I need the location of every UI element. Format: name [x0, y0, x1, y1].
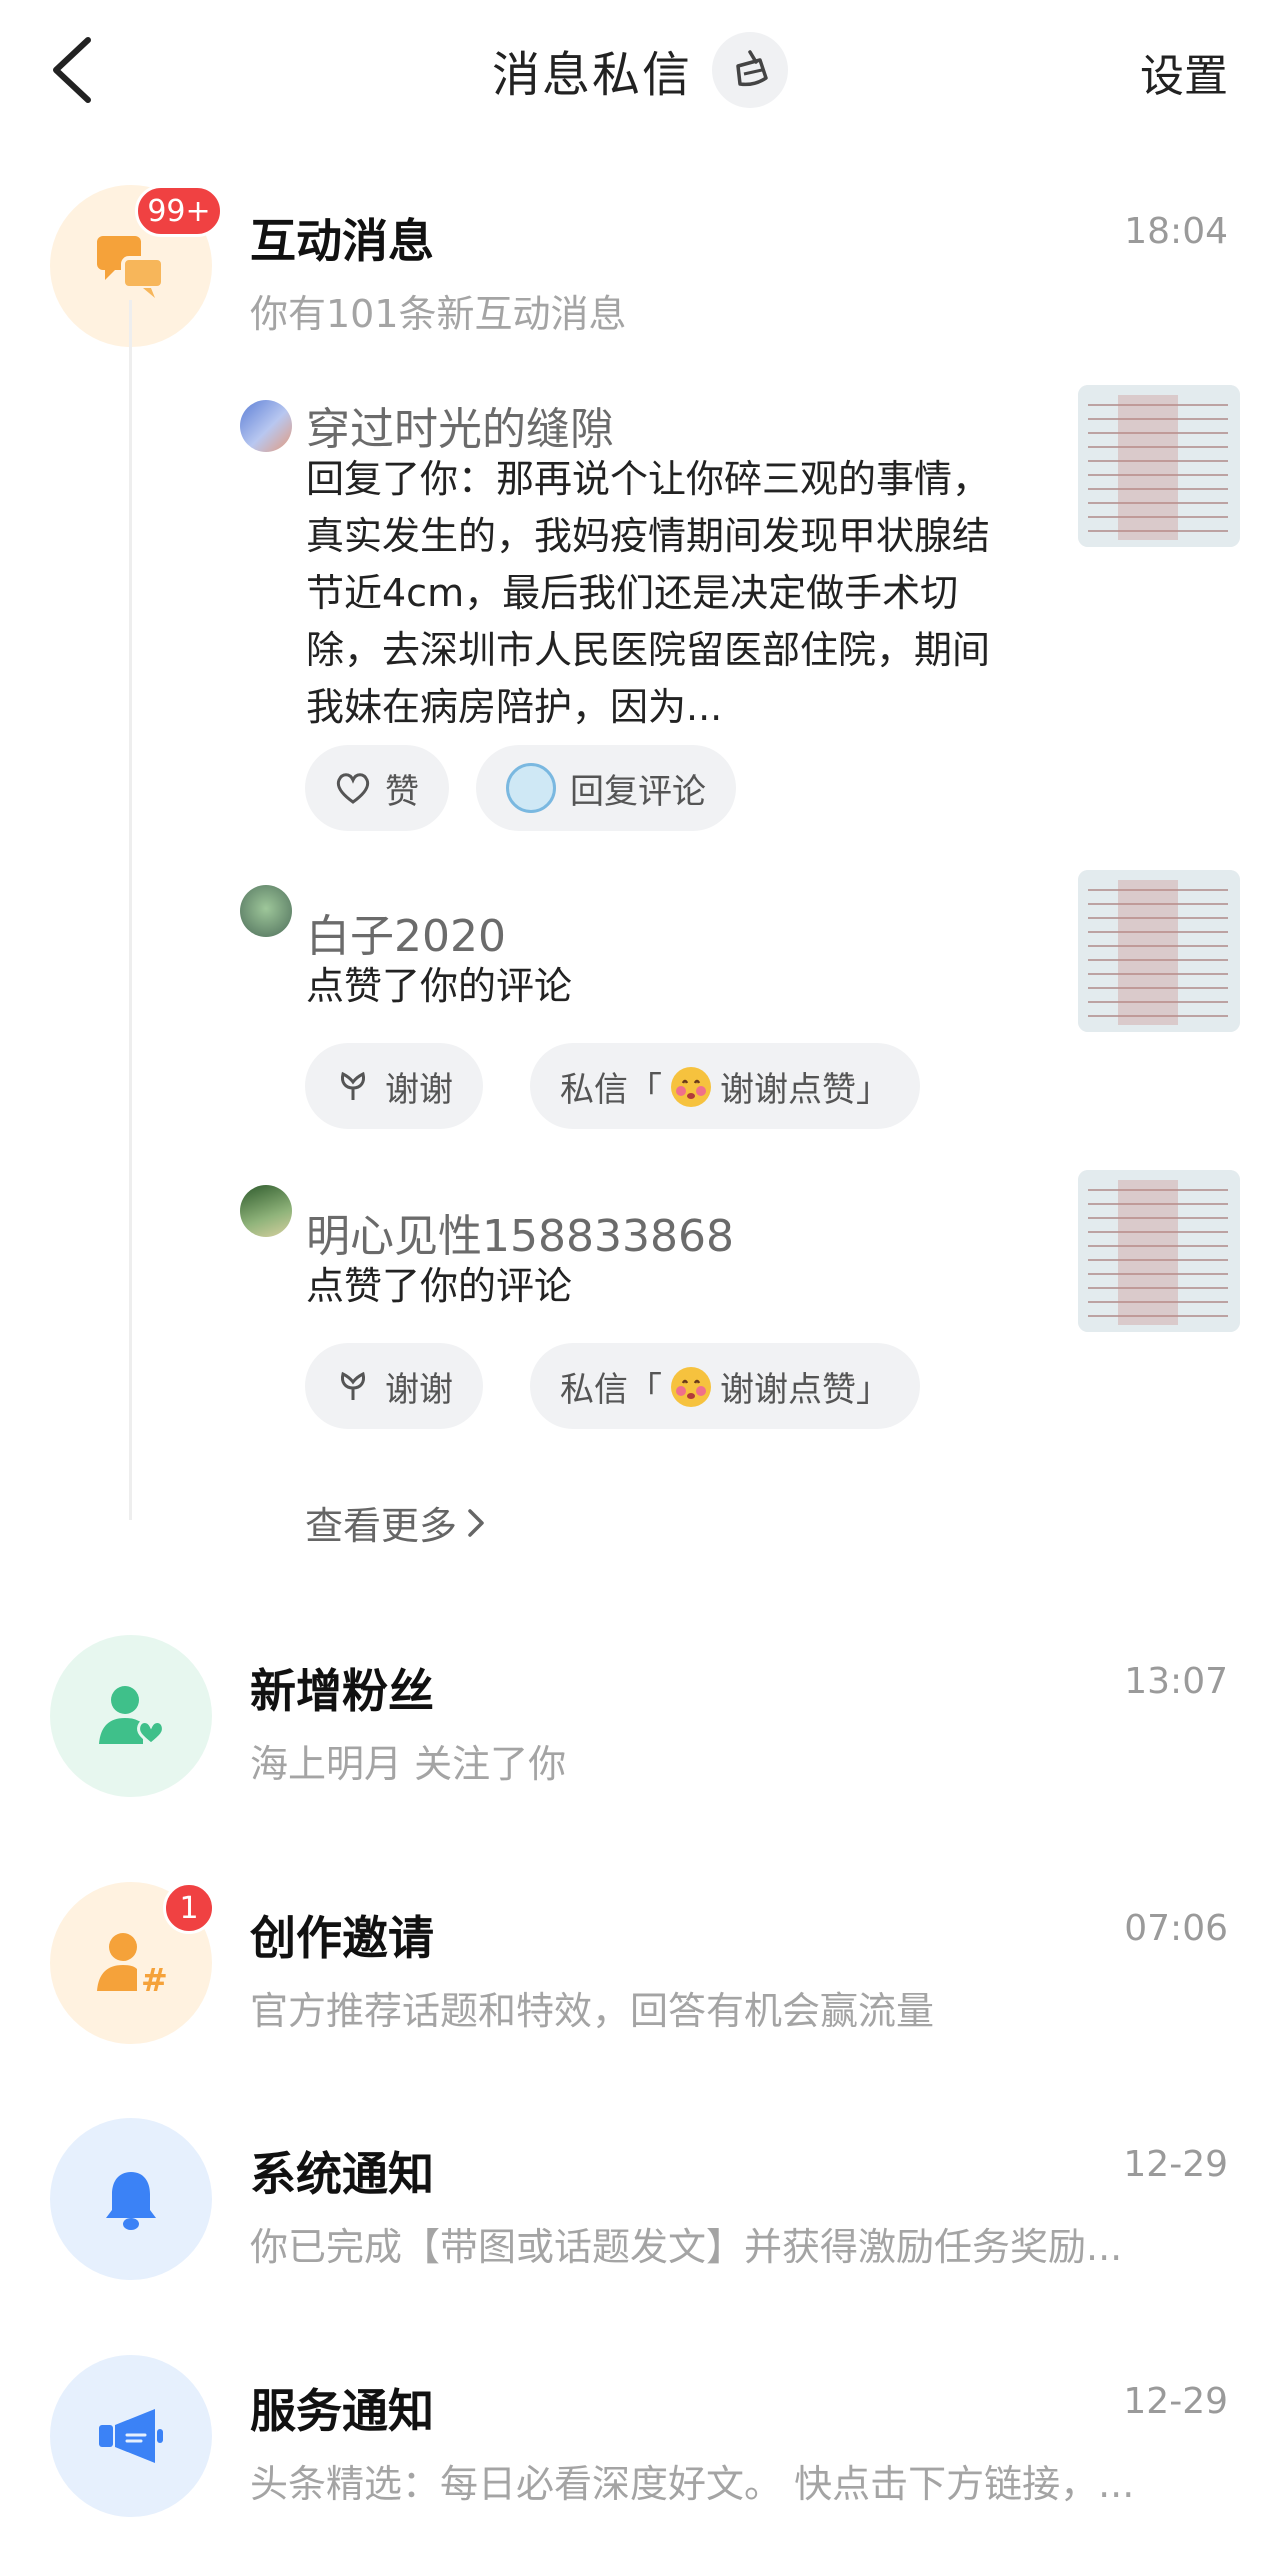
row-subtitle: 海上明月 关注了你	[250, 1742, 567, 1786]
unread-badge: 1	[163, 1882, 215, 1934]
view-more-link[interactable]: 查看更多	[305, 1495, 487, 1550]
heart-icon	[336, 773, 370, 804]
interaction-item[interactable]: 明心见性158833868 点赞了你的评论 谢谢 私信「 谢谢点赞」	[240, 1170, 1240, 1440]
reply-label: 回复评论	[570, 771, 706, 812]
thanks-label: 谢谢	[385, 1069, 453, 1110]
interaction-item[interactable]: 白子2020 点赞了你的评论 谢谢 私信「 谢谢点赞」	[240, 870, 1240, 1140]
row-title: 服务通知	[250, 2384, 434, 2438]
row-time: 18:04	[1124, 211, 1228, 252]
interaction-messages-row[interactable]: 99+ 互动消息 18:04 你有101条新互动消息	[0, 185, 1280, 355]
user-name[interactable]: 明心见性158833868	[306, 1200, 734, 1264]
bell-icon	[106, 2172, 156, 2230]
followers-avatar	[50, 1635, 212, 1797]
clear-unread-button[interactable]	[712, 32, 788, 108]
row-time: 12-29	[1123, 2381, 1228, 2422]
settings-button[interactable]: 设置	[1140, 40, 1228, 104]
row-title: 系统通知	[250, 2147, 434, 2201]
row-time: 12-29	[1123, 2144, 1228, 2185]
row-subtitle: 你已完成【带图或话题发文】并获得激励任务奖励...	[250, 2225, 1123, 2269]
row-time: 13:07	[1124, 1661, 1228, 1702]
row-subtitle: 头条精选：每日必看深度好文。 快点击下方链接，...	[250, 2462, 1135, 2506]
creator-icon: #	[97, 1933, 168, 1999]
dm-prefix: 私信「	[560, 1369, 662, 1410]
chevron-right-icon	[468, 1508, 484, 1537]
row-title: 互动消息	[250, 214, 434, 268]
system-notifications-row[interactable]: 系统通知 12-29 你已完成【带图或话题发文】并获得激励任务奖励...	[0, 2118, 1280, 2288]
user-name[interactable]: 穿过时光的缝隙	[306, 393, 614, 457]
top-bar: 消息私信 设置	[0, 0, 1280, 140]
thread-line	[129, 300, 132, 1520]
row-title: 新增粉丝	[250, 1664, 434, 1718]
user-avatar[interactable]	[240, 885, 292, 937]
thanks-button[interactable]: 谢谢	[305, 1343, 483, 1429]
row-subtitle: 你有101条新互动消息	[250, 292, 627, 336]
document-image	[1078, 1170, 1240, 1332]
private-message-thanks-button[interactable]: 私信「 谢谢点赞」	[530, 1343, 920, 1429]
unread-badge: 99+	[135, 185, 223, 237]
blush-emoji-icon	[671, 1367, 711, 1407]
creator-invites-row[interactable]: # 1 创作邀请 07:06 官方推荐话题和特效，回答有机会赢流量	[0, 1882, 1280, 2052]
document-image	[1078, 870, 1240, 1032]
megaphone-icon	[99, 2409, 163, 2463]
user-name[interactable]: 白子2020	[306, 900, 506, 964]
flower-icon	[341, 1071, 365, 1100]
user-avatar[interactable]	[240, 1185, 292, 1237]
follower-icon	[99, 1686, 165, 1746]
svg-text:#: #	[141, 1961, 168, 1999]
thanks-label: 谢谢	[385, 1369, 453, 1410]
row-time: 07:06	[1124, 1908, 1228, 1949]
post-thumbnail[interactable]	[1078, 1170, 1240, 1332]
like-label: 赞	[385, 771, 419, 812]
message-text: 点赞了你的评论	[306, 964, 573, 1008]
thanks-button[interactable]: 谢谢	[305, 1043, 483, 1129]
user-avatar[interactable]	[240, 400, 292, 452]
new-followers-row[interactable]: 新增粉丝 13:07 海上明月 关注了你	[0, 1635, 1280, 1805]
page-title: 消息私信	[491, 47, 692, 103]
dm-thanks-label: 谢谢点赞」	[720, 1369, 890, 1410]
service-avatar	[50, 2355, 212, 2517]
broom-icon	[736, 50, 768, 87]
like-button[interactable]: 赞	[305, 745, 449, 831]
post-thumbnail[interactable]	[1078, 385, 1240, 547]
service-notifications-row[interactable]: 服务通知 12-29 头条精选：每日必看深度好文。 快点击下方链接，...	[0, 2355, 1280, 2525]
dm-thanks-label: 谢谢点赞」	[720, 1069, 890, 1110]
dm-prefix: 私信「	[560, 1069, 662, 1110]
reply-comment-button[interactable]: 回复评论	[476, 745, 736, 831]
blush-emoji-icon	[671, 1067, 711, 1107]
system-avatar	[50, 2118, 212, 2280]
post-thumbnail[interactable]	[1078, 870, 1240, 1032]
interaction-item[interactable]: 穿过时光的缝隙 回复了你：那再说个让你碎三观的事情，真实发生的，我妈疫情期间发现…	[240, 385, 1240, 835]
row-title: 创作邀请	[250, 1911, 434, 1965]
private-message-thanks-button[interactable]: 私信「 谢谢点赞」	[530, 1043, 920, 1129]
my-avatar	[506, 763, 556, 813]
row-subtitle: 官方推荐话题和特效，回答有机会赢流量	[250, 1989, 935, 2033]
message-text: 回复了你：那再说个让你碎三观的事情，真实发生的，我妈疫情期间发现甲状腺结节近4c…	[306, 457, 991, 729]
chat-bubbles-icon	[97, 236, 165, 298]
document-image	[1078, 385, 1240, 547]
flower-icon	[341, 1371, 365, 1400]
view-more-label: 查看更多	[305, 1504, 458, 1548]
message-text: 点赞了你的评论	[306, 1264, 573, 1308]
